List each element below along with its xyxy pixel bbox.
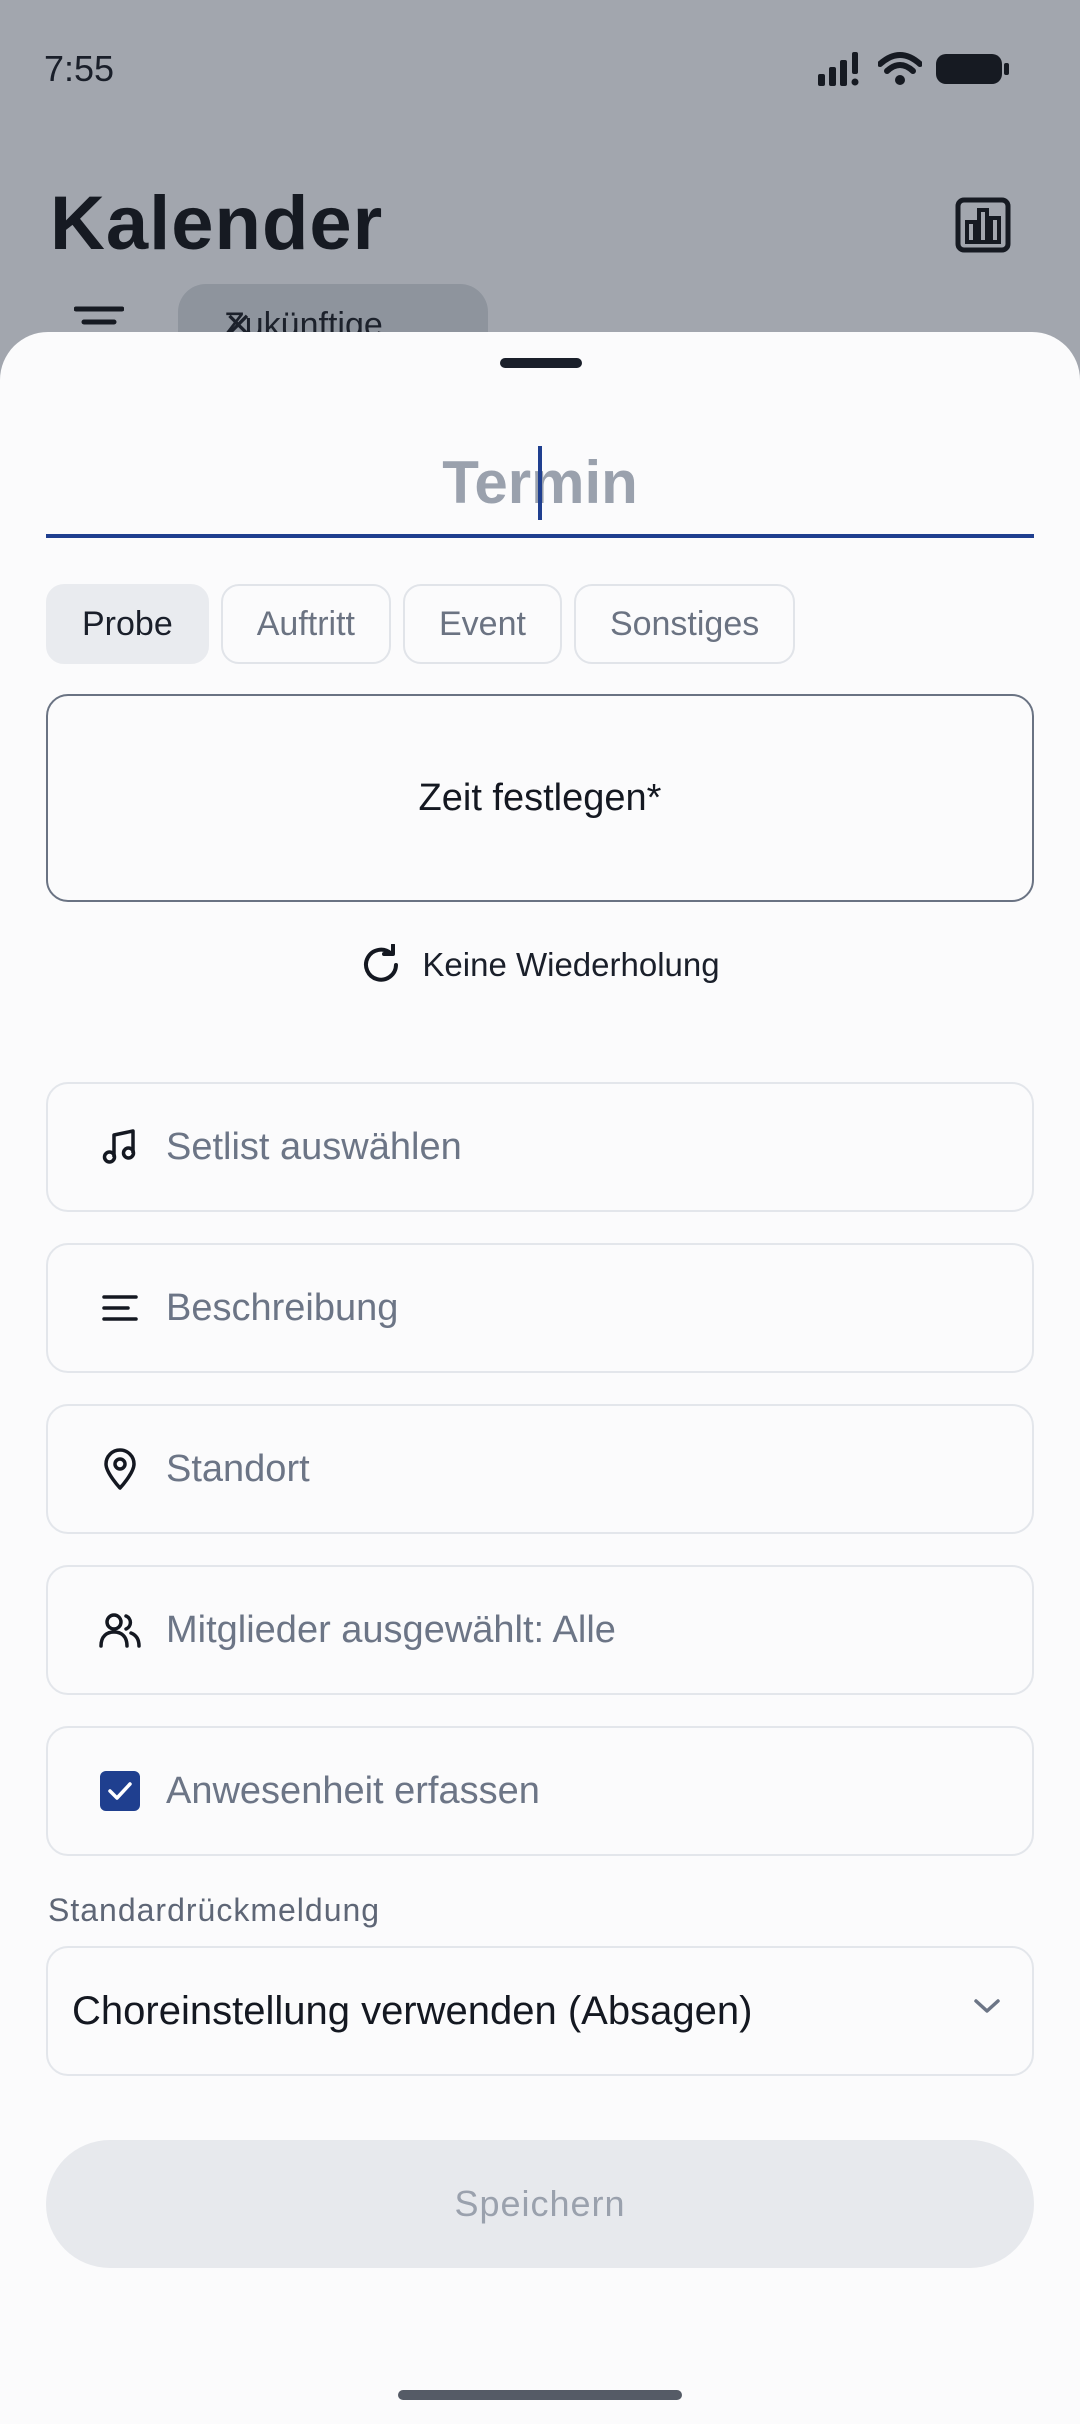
battery-icon <box>936 54 1009 84</box>
members-field[interactable]: Mitglieder ausgewählt: Alle <box>46 1565 1034 1695</box>
cellular-signal-icon <box>818 52 859 86</box>
setlist-field[interactable]: Setlist auswählen <box>46 1082 1034 1212</box>
type-chip-probe[interactable]: Probe <box>46 584 209 664</box>
members-icon <box>99 1613 141 1648</box>
status-icons <box>818 52 1010 86</box>
chevron-down-icon <box>974 1999 1000 2013</box>
repeat-icon <box>364 944 399 982</box>
default-response-value: Choreinstellung verwenden (Absagen) <box>72 1988 753 2033</box>
checkmark-icon <box>108 1782 132 1800</box>
attendance-checkbox[interactable] <box>100 1771 140 1811</box>
setlist-label: Setlist auswählen <box>166 1125 462 1168</box>
description-field[interactable]: Beschreibung <box>46 1243 1034 1373</box>
location-label: Standort <box>166 1447 310 1490</box>
attendance-label: Anwesenheit erfassen <box>166 1769 540 1812</box>
location-field[interactable]: Standort <box>46 1404 1034 1534</box>
page-title: Kalender <box>50 181 384 266</box>
location-pin-icon <box>104 1448 136 1490</box>
description-icon <box>102 1295 138 1321</box>
drag-handle[interactable] <box>500 358 582 368</box>
description-label: Beschreibung <box>166 1286 399 1329</box>
wifi-icon <box>878 52 922 85</box>
statistics-icon[interactable] <box>954 196 1012 254</box>
repeat-button[interactable]: Keine Wiederholung <box>0 944 1080 986</box>
set-time-button[interactable]: Zeit festlegen* <box>46 694 1034 902</box>
event-type-selector: Probe Auftritt Event Sonstiges <box>46 584 796 664</box>
default-response-label: Standardrückmeldung <box>48 1892 381 1928</box>
repeat-label: Keine Wiederholung <box>422 946 720 983</box>
status-time: 7:55 <box>44 48 115 89</box>
attendance-field[interactable]: Anwesenheit erfassen <box>46 1726 1034 1856</box>
type-chip-event[interactable]: Event <box>402 584 562 664</box>
home-indicator <box>398 2390 682 2400</box>
music-note-icon <box>102 1129 136 1164</box>
filter-menu-icon[interactable] <box>74 306 124 332</box>
members-label: Mitglieder ausgewählt: Alle <box>166 1608 616 1651</box>
new-event-sheet: Termin Probe Auftritt Event Sonstiges Ze… <box>0 332 1080 2424</box>
default-response-select[interactable]: Choreinstellung verwenden (Absagen) <box>46 1946 1034 2076</box>
type-chip-sonstiges[interactable]: Sonstiges <box>573 584 796 664</box>
save-button[interactable]: Speichern <box>46 2140 1034 2268</box>
type-chip-auftritt[interactable]: Auftritt <box>220 584 391 664</box>
title-field[interactable]: Termin <box>46 442 1034 538</box>
text-caret <box>538 446 542 520</box>
